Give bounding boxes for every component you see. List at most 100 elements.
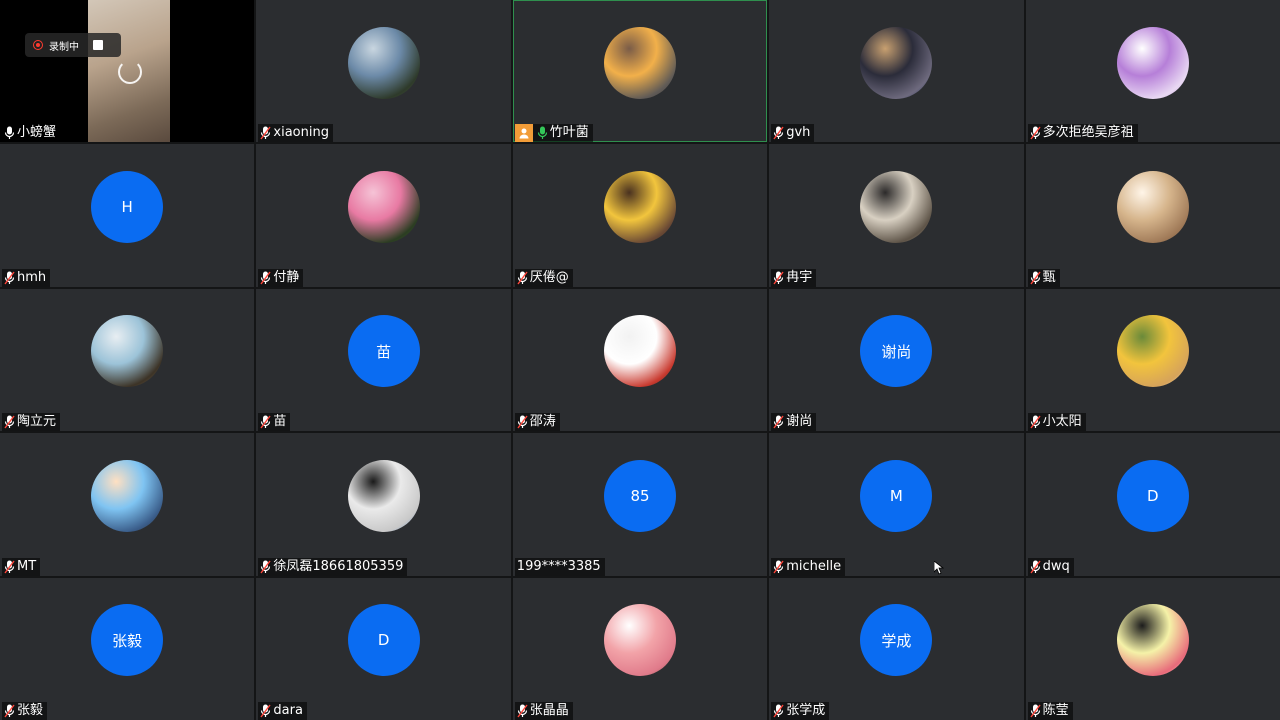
basketball-player-photo [603,171,676,244]
participant-name: 陈莹 [1042,702,1069,718]
recording-label: 录制中 [49,41,79,53]
participant-name: 徐凤磊18661805359 [273,558,404,574]
participant-name-tag: 陶立元 [2,413,61,432]
participant-name: 苗 [273,414,287,430]
participant-name: michelle [786,558,842,574]
participant-name-tag: 徐凤磊18661805359 [258,557,408,576]
participant-name-tag: MT [2,557,41,576]
participant-tile[interactable]: 竹叶菌 [512,0,768,143]
participant-tile[interactable]: 录制中小螃蟹 [0,0,255,143]
participant-name-tag: 多次拒绝吴彦祖 [1027,124,1138,143]
mic-muted-icon [260,560,271,574]
participant-name: 冉宇 [786,269,813,285]
mic-muted-icon [517,704,528,718]
cartoon-man-photo [91,459,164,532]
participant-name: 陶立元 [17,414,57,430]
participant-tile[interactable]: 张毅 张毅 [0,577,255,720]
participant-name-tag: 张学成 [771,701,830,720]
mic-muted-icon [4,560,15,574]
participant-name-tag: 陈莹 [1027,701,1073,720]
participant-name: 张毅 [17,702,44,718]
participant-tile[interactable]: 苗苗 [256,288,511,432]
participant-name: gvh [786,125,811,141]
mic-muted-icon [4,704,15,718]
participant-tile[interactable]: 徐凤磊18661805359 [256,433,511,576]
mic-muted-icon [1030,704,1041,718]
participant-tile[interactable]: 付静 [256,144,511,287]
sunflower-girl-photo [1116,315,1189,388]
cartoon-ghost-photo [1116,26,1189,99]
participant-tile[interactable]: MT [0,433,255,576]
participant-tile[interactable]: Ddwq [1025,433,1280,576]
participant-name-tag: 张毅 [2,701,48,720]
participant-name-tag: xiaoning [258,124,333,143]
participant-name-tag: 谢尚 [771,413,817,432]
avatar-initial: M [860,459,933,532]
participant-tile[interactable]: Hhmh [0,144,255,287]
avatar-initial: D [347,604,420,677]
participant-name: 甄 [1042,269,1056,285]
participant-name: 张晶晶 [529,702,569,718]
participant-name-tag: 小螃蟹 [2,124,61,143]
mic-icon [4,126,15,140]
record-icon [33,40,43,50]
participant-tile[interactable]: 厌倦@ [512,144,768,287]
stop-recording-icon[interactable] [93,40,103,50]
participant-grid: 录制中 小螃蟹 xiaoning 竹叶菌 gvh 多次拒绝吴彦祖 Hhmh 付静 厌倦@ 冉宇 甄陶… [0,0,1280,720]
mic-muted-icon [4,415,15,429]
avatar-initial: 学成 [860,604,933,677]
participant-name: xiaoning [273,125,329,141]
road-sky-photo [91,315,164,388]
participant-tile[interactable]: 甄 [1025,144,1280,287]
avatar-initial: H [91,171,164,244]
recording-indicator[interactable]: 录制中 [25,33,121,57]
avatar-initial: 苗 [347,315,420,388]
mic-muted-icon [517,271,528,285]
participant-name: 199****3385 [516,558,601,574]
participant-name-tag: dara [258,701,307,720]
participant-tile[interactable]: 学成张学成 [769,577,1024,720]
participant-name: 多次拒绝吴彦祖 [1042,125,1134,141]
participant-tile[interactable]: 邵涛 [512,288,768,432]
participant-tile[interactable]: 多次拒绝吴彦祖 [1025,0,1280,143]
mic-muted-icon [1030,560,1041,574]
participant-name: 谢尚 [786,414,813,430]
mic-muted-icon [1030,126,1041,140]
participant-tile[interactable]: xiaoning [256,0,511,143]
participant-tile[interactable]: 85 199****3385 [512,433,768,576]
participant-tile[interactable]: 陶立元 [0,288,255,432]
participant-name-tag: dwq [1027,557,1074,576]
mic-muted-icon [1030,271,1041,285]
participant-name-tag: 竹叶菌 [514,124,593,143]
participant-name: dara [273,702,303,718]
loading-spinner-icon [118,60,142,84]
participant-name-tag: 甄 [1027,268,1060,287]
mic-muted-icon [773,271,784,285]
participant-name-tag: 张晶晶 [514,701,573,720]
cartoon-girl-photo [603,604,676,677]
participant-tile[interactable]: 冉宇 [769,144,1024,287]
participant-tile[interactable]: Ddara [256,577,511,720]
participant-name-tag: 199****3385 [514,557,605,576]
participant-tile[interactable]: 张晶晶 [512,577,768,720]
participant-tile[interactable]: 小太阳 [1025,288,1280,432]
participant-name: hmh [17,269,47,285]
cartoon-kid-photo [1116,604,1189,677]
mic-muted-icon [773,415,784,429]
participant-tile[interactable]: 谢尚 谢尚 [769,288,1024,432]
participant-name-tag: 冉宇 [771,268,817,287]
participant-name: 张学成 [786,702,826,718]
mic-muted-icon [260,126,271,140]
avatar-initial: D [1116,459,1189,532]
participant-name: 厌倦@ [529,269,569,285]
participant-name: 竹叶菌 [549,125,589,141]
office-photo [347,459,420,532]
participant-tile[interactable]: gvh [769,0,1024,143]
participant-name-tag: 苗 [258,413,291,432]
calligraphy-photo [603,315,676,388]
mic-muted-icon [4,271,15,285]
participant-tile[interactable]: 陈莹 [1025,577,1280,720]
avatar-initial: 谢尚 [860,315,933,388]
participant-name: dwq [1042,558,1070,574]
participant-tile[interactable]: Mmichelle [769,433,1024,576]
